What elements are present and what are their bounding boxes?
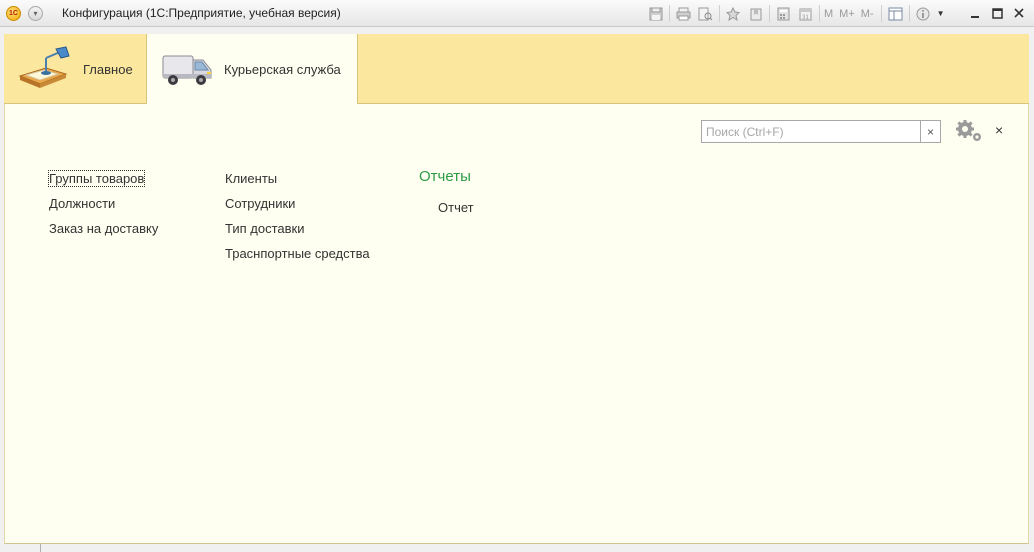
section-main-label: Главное [83, 62, 133, 77]
link-product-groups[interactable]: Группы товаров [47, 170, 146, 187]
reports-header: Отчеты [419, 168, 471, 185]
window-title: Конфигурация (1С:Предприятие, учебная ве… [62, 6, 341, 20]
link-positions[interactable]: Должности [49, 196, 115, 211]
info-icon[interactable] [914, 4, 933, 23]
toolbar-separator [769, 5, 770, 22]
section-main[interactable]: Главное [4, 34, 146, 104]
svg-text:31: 31 [802, 15, 809, 21]
memory-add-button[interactable]: M+ [839, 8, 855, 20]
desk-lamp-icon [16, 46, 72, 93]
link-delivery-type[interactable]: Тип доставки [225, 221, 305, 236]
minimize-button[interactable] [964, 3, 986, 23]
dropdown-arrow-icon[interactable]: ▼ [936, 4, 946, 23]
link-employees[interactable]: Сотрудники [225, 196, 295, 211]
status-bar [0, 544, 1034, 552]
1c-logo-icon[interactable]: 1С [6, 6, 21, 21]
print-icon[interactable] [674, 4, 693, 23]
toolbar-separator [819, 5, 820, 22]
link-vehicles[interactable]: Траснпортные средства [225, 246, 370, 261]
window-controls [964, 3, 1030, 23]
print-preview-icon[interactable] [696, 4, 715, 23]
section-courier-service[interactable]: Курьерская служба [146, 34, 358, 104]
search-input[interactable] [702, 121, 918, 142]
toolbar: 31 M M+ M- ▼ [646, 4, 949, 23]
link-report[interactable]: Отчет [438, 200, 474, 215]
memory-m-button[interactable]: M [824, 8, 833, 20]
main-menu-button[interactable]: ▾ [28, 6, 43, 21]
calculator-icon[interactable] [774, 4, 793, 23]
link-clients[interactable]: Клиенты [225, 171, 277, 186]
maximize-button[interactable] [986, 3, 1008, 23]
link-delivery-order[interactable]: Заказ на доставку [49, 221, 158, 236]
panel-layout-icon[interactable] [886, 4, 905, 23]
search-clear-button[interactable]: × [920, 121, 940, 142]
section-content: × × Группы товаров Должности Заказ на до… [4, 104, 1029, 544]
toolbar-separator [908, 5, 910, 22]
close-window-button[interactable] [1008, 3, 1030, 23]
toolbar-separator [719, 5, 720, 22]
search-box: × [701, 120, 941, 143]
bookmark-icon[interactable] [746, 4, 765, 23]
sections-panel: Главное Курьерская служба [4, 34, 1029, 104]
settings-gear-icon[interactable] [953, 119, 983, 143]
favorites-icon[interactable] [724, 4, 743, 23]
delivery-van-icon [161, 50, 213, 93]
section-courier-label: Курьерская служба [224, 62, 341, 77]
save-icon[interactable] [646, 4, 665, 23]
toolbar-separator [880, 5, 882, 22]
memory-subtract-button[interactable]: M- [861, 8, 874, 20]
calendar-icon[interactable]: 31 [796, 4, 815, 23]
close-panel-button[interactable]: × [995, 122, 1003, 138]
toolbar-separator [669, 5, 670, 22]
window-title-bar: 1С ▾ Конфигурация (1С:Предприятие, учебн… [0, 0, 1034, 27]
status-divider [40, 544, 41, 552]
